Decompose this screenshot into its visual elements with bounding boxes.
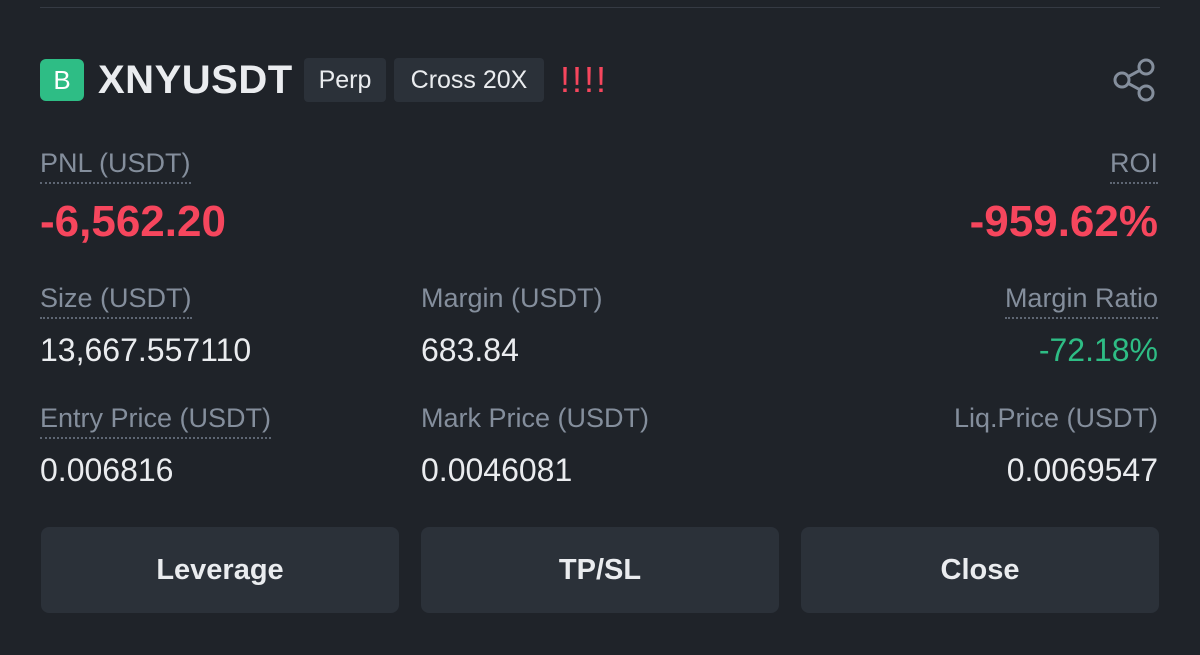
size-value: 13,667.557110 [40,332,252,368]
side-badge: B [40,59,84,101]
leverage-button[interactable]: Leverage [41,527,399,613]
margin-value: 683.84 [421,332,519,368]
liq-price-label: Liq.Price (USDT) [953,403,1158,433]
entry-price-label[interactable]: Entry Price (USDT) [40,401,272,439]
margin-mode-tag: Cross 20X [394,58,544,102]
pnl-value: -6,562.20 [40,197,226,246]
close-position-button[interactable]: Close [801,527,1159,613]
top-divider [40,7,1160,8]
warning-indicator: !!!! [560,59,609,100]
tpsl-button[interactable]: TP/SL [421,527,779,613]
share-icon[interactable] [1110,57,1158,103]
liq-price-value: 0.0069547 [1006,452,1158,488]
mark-price-label: Mark Price (USDT) [421,403,649,433]
margin-label: Margin (USDT) [421,283,603,313]
symbol-title: XNYUSDT [98,58,293,102]
position-header: B XNYUSDT Perp Cross 20X !!!! [40,57,1160,103]
entry-price-value: 0.006816 [40,452,174,488]
margin-ratio-value: -72.18% [1038,332,1158,368]
roi-value: -959.62% [969,197,1158,246]
margin-ratio-label[interactable]: Margin Ratio [1004,281,1158,319]
roi-label[interactable]: ROI [1109,146,1158,184]
mark-price-value: 0.0046081 [421,452,573,488]
pnl-label[interactable]: PNL (USDT) [40,146,191,184]
contract-type-tag: Perp [304,58,386,102]
size-label[interactable]: Size (USDT) [40,281,192,319]
